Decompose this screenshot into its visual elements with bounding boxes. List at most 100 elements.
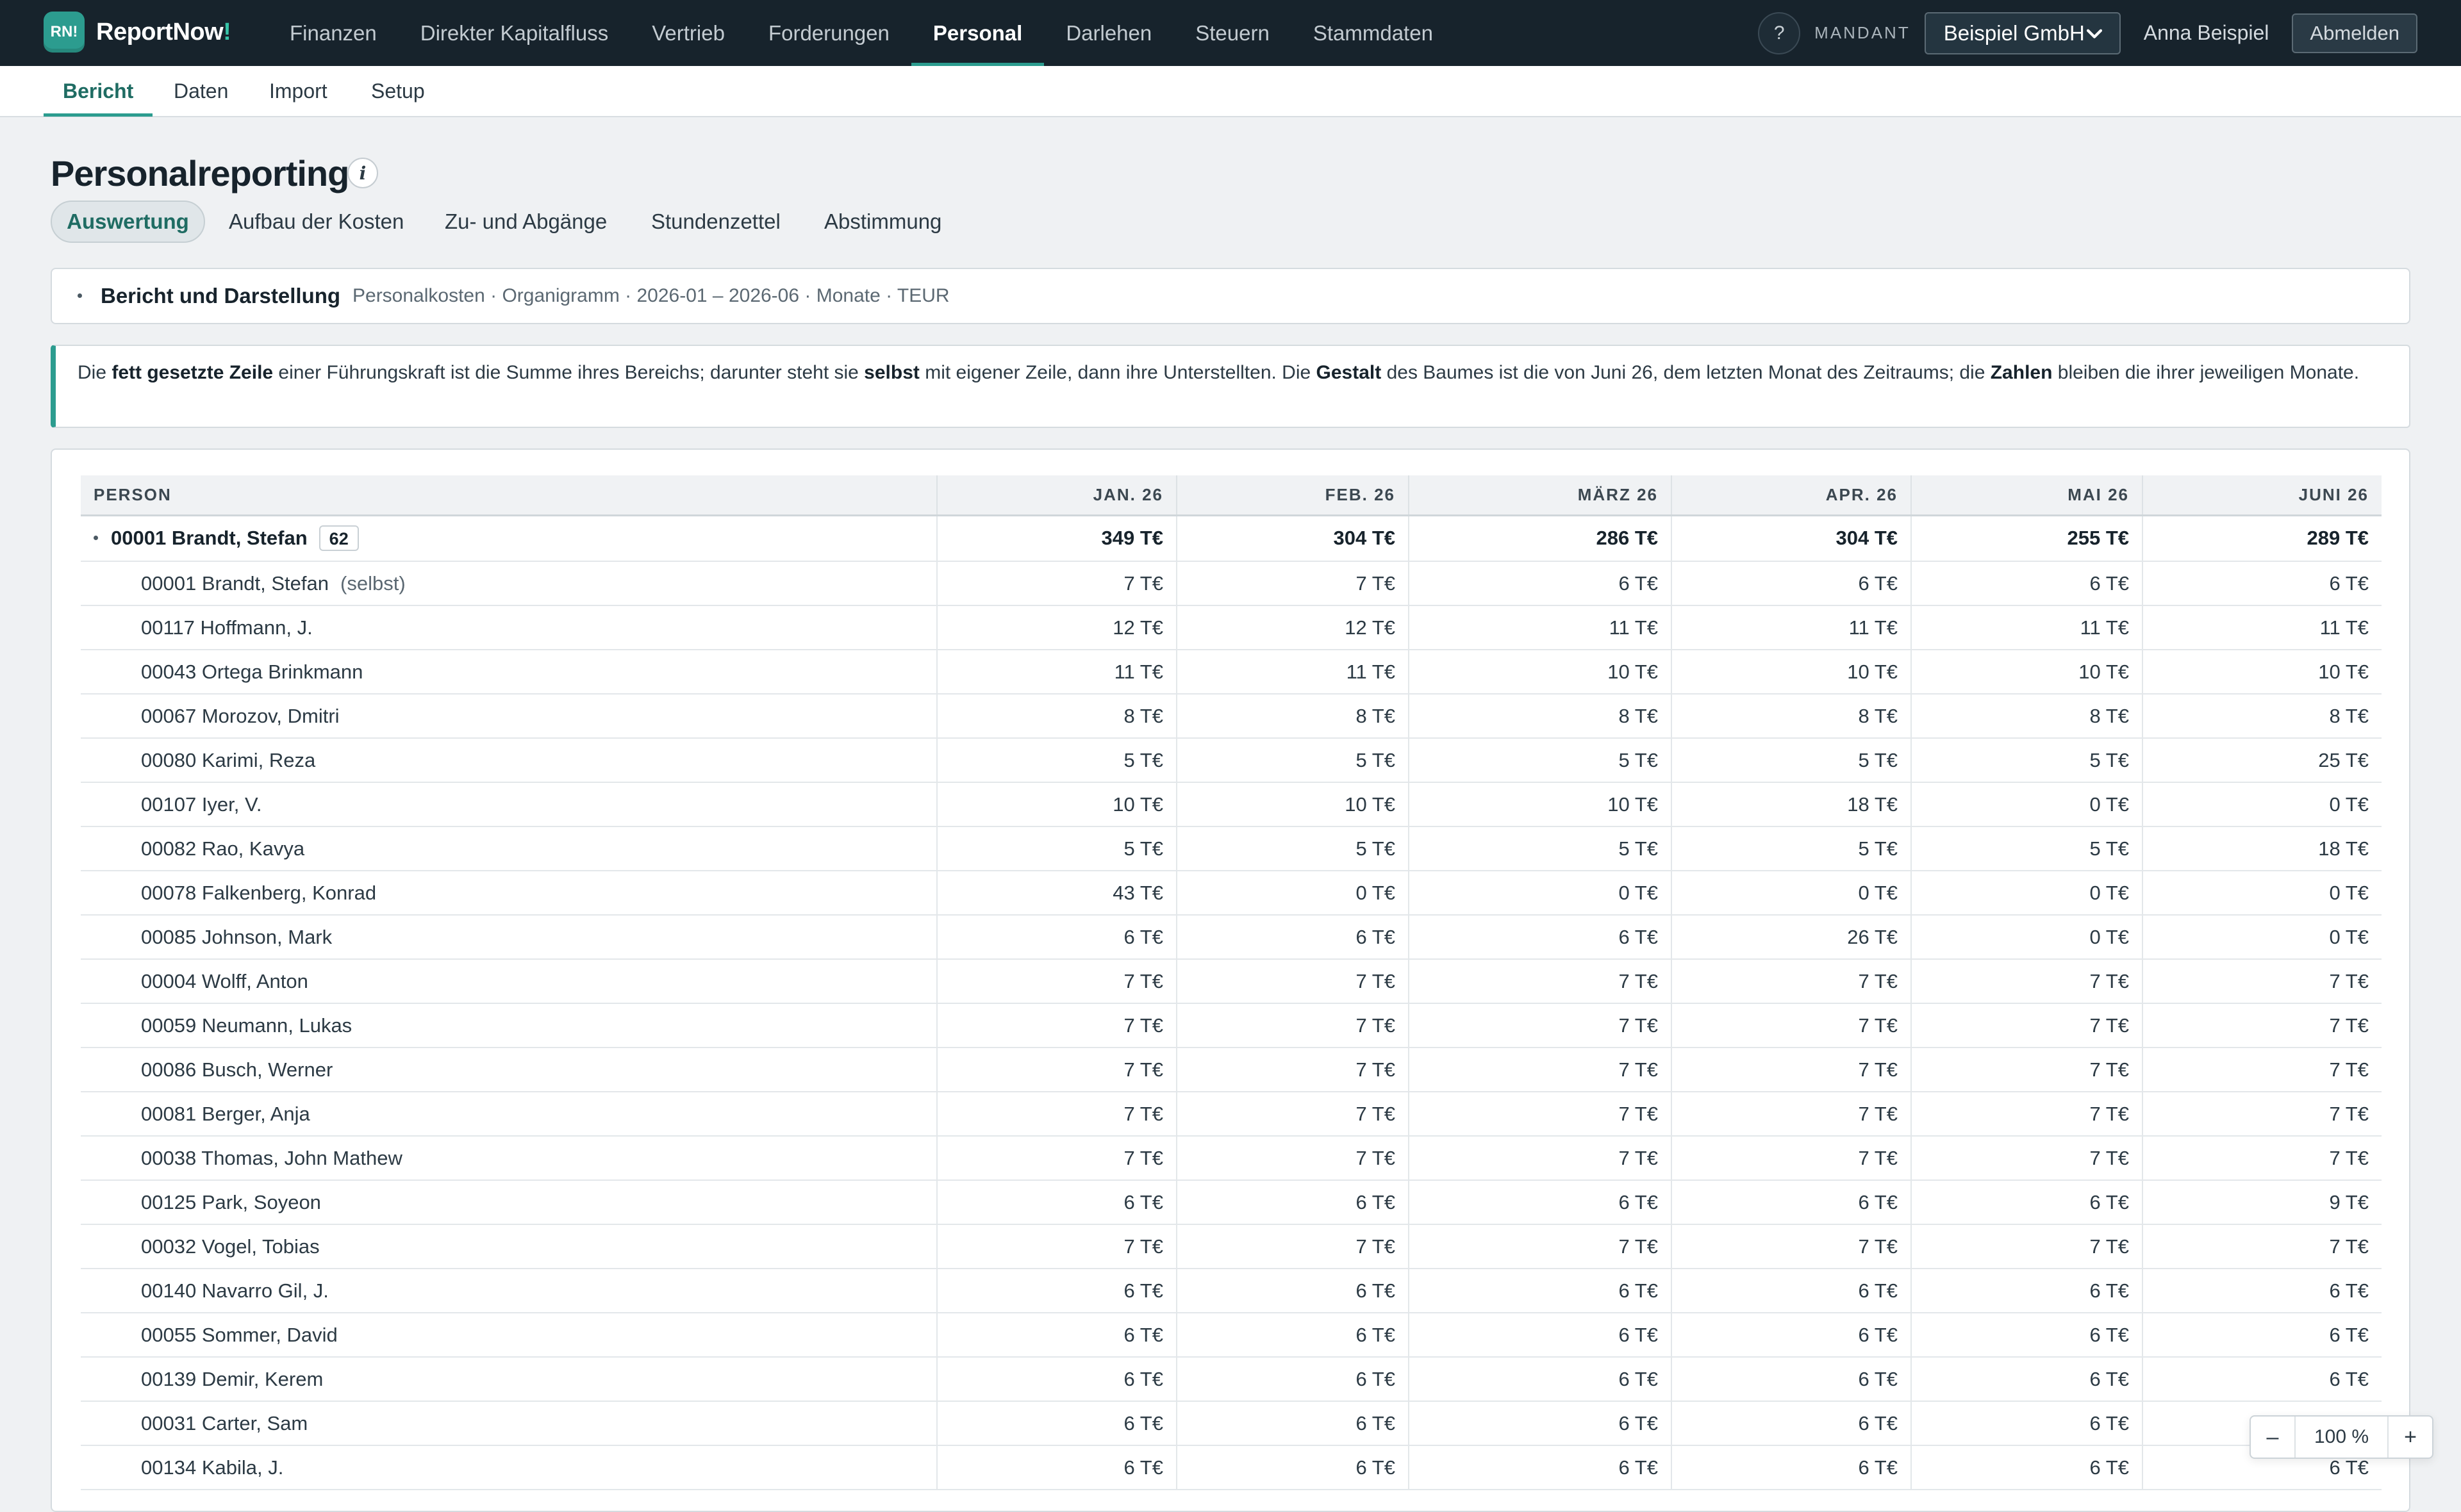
nav-item-steuern[interactable]: Steuern (1173, 0, 1291, 66)
value-cell: 7 T€ (1910, 1136, 2142, 1181)
table-row[interactable]: 00059 Neumann, Lukas 7 T€ 7 T€ 7 T€ 7 T€ 7 T€… (81, 1003, 2382, 1048)
table-row[interactable]: 00125 Park, Soyeon 6 T€ 6 T€ 6 T€ 6 T€ 6 T€ 9 … (81, 1180, 2382, 1225)
value-cell: 7 T€ (1671, 1092, 1911, 1137)
employee-name-cell: 00140 Navarro Gil, J. (81, 1269, 937, 1313)
table-row[interactable]: 00134 Kabila, J. 6 T€ 6 T€ 6 T€ 6 T€ 6 T€ 6 T€ (81, 1445, 2382, 1490)
employee-name: 00004 Wolff, Anton (141, 969, 308, 992)
employee-name: 00067 Morozov, Dmitri (141, 704, 340, 727)
value-cell: 7 T€ (2142, 1003, 2382, 1048)
self-tag: (selbst) (340, 571, 406, 595)
value-cell: 6 T€ (2142, 561, 2382, 606)
table-row[interactable]: 00140 Navarro Gil, J. 6 T€ 6 T€ 6 T€ 6 T€ 6 T… (81, 1269, 2382, 1313)
app-logo[interactable]: RN! ReportNow! (44, 12, 231, 53)
table-row[interactable]: 00055 Sommer, David 6 T€ 6 T€ 6 T€ 6 T€ 6 T€ 6… (81, 1313, 2382, 1358)
value-cell: 6 T€ (936, 1445, 1177, 1490)
tab-zu-und-abgaenge[interactable]: Zu- und Abgänge (445, 201, 607, 243)
sub-nav: Bericht Daten Import Setup (0, 66, 2461, 117)
table-row[interactable]: 00001 Brandt, Stefan (selbst) 7 T€ 7 T€ 6 T€… (81, 561, 2382, 606)
nav-item-direkter-kapitalfluss[interactable]: Direkter Kapitalfluss (399, 0, 630, 66)
zoom-out-button[interactable]: – (2251, 1417, 2294, 1458)
collapse-toggle-icon[interactable] (78, 293, 82, 298)
employee-name: 00086 Busch, Werner (141, 1058, 333, 1081)
tab-aufbau-der-kosten[interactable]: Aufbau der Kosten (229, 201, 404, 243)
leader-name-cell: 00001 Brandt, Stefan 62 (81, 515, 937, 562)
report-settings-bar[interactable]: Bericht und Darstellung Personalkosten ·… (51, 268, 2410, 324)
value-cell: 5 T€ (1408, 738, 1671, 783)
help-button[interactable]: ? (1758, 12, 1801, 54)
employee-name: 00080 Karimi, Reza (141, 748, 316, 771)
value-cell: 7 T€ (1176, 1003, 1409, 1048)
employee-name: 00043 Ortega Brinkmann (141, 660, 363, 683)
value-cell: 5 T€ (1671, 738, 1911, 783)
value-cell: 6 T€ (1671, 1401, 1911, 1446)
table-row[interactable]: 00032 Vogel, Tobias 7 T€ 7 T€ 7 T€ 7 T€ 7 T€ 7… (81, 1224, 2382, 1269)
main-nav: Finanzen Direkter Kapitalfluss Vertrieb … (268, 0, 1455, 66)
nav-item-forderungen[interactable]: Forderungen (747, 0, 911, 66)
value-cell: 7 T€ (1671, 1136, 1911, 1181)
value-cell: 7 T€ (1910, 959, 2142, 1004)
employee-name-cell: 00059 Neumann, Lukas (81, 1003, 937, 1048)
info-icon[interactable]: i (347, 158, 378, 188)
value-cell: 5 T€ (1671, 826, 1911, 871)
value-cell: 6 T€ (1408, 1313, 1671, 1358)
table-row[interactable]: 00082 Rao, Kavya 5 T€ 5 T€ 5 T€ 5 T€ 5 T€ 18 T… (81, 826, 2382, 871)
employee-name-cell: 00082 Rao, Kavya (81, 826, 937, 871)
tab-auswertung[interactable]: Auswertung (51, 201, 205, 243)
nav-item-finanzen[interactable]: Finanzen (268, 0, 399, 66)
value-cell: 6 T€ (1408, 1180, 1671, 1225)
subnav-item-setup[interactable]: Setup (371, 66, 425, 116)
value-cell: 6 T€ (936, 1357, 1177, 1402)
zoom-in-button[interactable]: + (2389, 1417, 2432, 1458)
value-cell: 5 T€ (936, 826, 1177, 871)
nav-item-vertrieb[interactable]: Vertrieb (630, 0, 747, 66)
employee-name: 00085 Johnson, Mark (141, 925, 333, 948)
table-row[interactable]: 00081 Berger, Anja 7 T€ 7 T€ 7 T€ 7 T€ 7 T€ 7 … (81, 1092, 2382, 1137)
table-row[interactable]: 00117 Hoffmann, J. 12 T€ 12 T€ 11 T€ 11 T€ 11… (81, 605, 2382, 650)
value-cell: 8 T€ (1408, 694, 1671, 739)
table-row[interactable]: 00038 Thomas, John Mathew 7 T€ 7 T€ 7 T€ 7 T… (81, 1136, 2382, 1181)
value-cell: 26 T€ (1671, 915, 1911, 960)
subnav-item-bericht[interactable]: Bericht (43, 66, 153, 117)
value-cell: 7 T€ (1408, 959, 1671, 1004)
value-cell: 8 T€ (1910, 694, 2142, 739)
collapse-toggle-icon[interactable] (94, 535, 98, 540)
value-cell: 10 T€ (1671, 650, 1911, 694)
employee-name: 00081 Berger, Anja (141, 1102, 310, 1125)
subnav-item-daten[interactable]: Daten (174, 66, 228, 116)
value-cell: 10 T€ (1408, 782, 1671, 827)
subnav-item-import[interactable]: Import (269, 66, 327, 116)
table-row-leader[interactable]: 00001 Brandt, Stefan 62 349 T€ 304 T€ 286 T€… (81, 515, 2382, 562)
mandant-select[interactable]: Beispiel GmbH (1924, 12, 2121, 54)
nav-item-darlehen[interactable]: Darlehen (1044, 0, 1173, 66)
table-row[interactable]: 00139 Demir, Kerem 6 T€ 6 T€ 6 T€ 6 T€ 6 T€ 6 … (81, 1357, 2382, 1402)
table-row[interactable]: 00043 Ortega Brinkmann 11 T€ 11 T€ 10 T€ 10 … (81, 650, 2382, 694)
nav-item-personal[interactable]: Personal (911, 0, 1045, 66)
table-row[interactable]: 00107 Iyer, V. 10 T€ 10 T€ 10 T€ 18 T€ 0 T€ 0 … (81, 782, 2382, 827)
value-cell: 6 T€ (1408, 915, 1671, 960)
table-row[interactable]: 00085 Johnson, Mark 6 T€ 6 T€ 6 T€ 26 T€ 0 T€… (81, 915, 2382, 960)
leader-name: 00001 Brandt, Stefan (111, 527, 308, 550)
value-cell: 7 T€ (1671, 1048, 1911, 1092)
value-cell: 11 T€ (1408, 605, 1671, 650)
nav-item-stammdaten[interactable]: Stammdaten (1291, 0, 1455, 66)
column-header-month: JAN. 26 (936, 475, 1177, 516)
zoom-control: – 100 % + (2250, 1415, 2433, 1459)
table-row[interactable]: 00067 Morozov, Dmitri 8 T€ 8 T€ 8 T€ 8 T€ 8 T… (81, 694, 2382, 739)
employee-name-cell: 00086 Busch, Werner (81, 1048, 937, 1092)
table-row[interactable]: 00086 Busch, Werner 7 T€ 7 T€ 7 T€ 7 T€ 7 T€ 7… (81, 1048, 2382, 1092)
info-note: Die fett gesetzte Zeile einer Führungskr… (51, 345, 2410, 428)
tab-stundenzettel[interactable]: Stundenzettel (651, 201, 781, 243)
table-row[interactable]: 00080 Karimi, Reza 5 T€ 5 T€ 5 T€ 5 T€ 5 T€ 25… (81, 738, 2382, 783)
employee-name: 00059 Neumann, Lukas (141, 1014, 352, 1037)
value-cell: 6 T€ (1671, 1445, 1911, 1490)
table-row[interactable]: 00004 Wolff, Anton 7 T€ 7 T€ 7 T€ 7 T€ 7 T€ 7 … (81, 959, 2382, 1004)
value-cell: 6 T€ (1671, 1180, 1911, 1225)
logout-button[interactable]: Abmelden (2292, 13, 2417, 53)
table-row[interactable]: 00031 Carter, Sam6 T€6 T€6 T€6 T€6 T€6 T… (81, 1401, 2382, 1446)
tab-abstimmung[interactable]: Abstimmung (824, 201, 941, 243)
value-cell: 7 T€ (936, 1003, 1177, 1048)
table-row[interactable]: 00078 Falkenberg, Konrad 43 T€ 0 T€ 0 T€ 0 T… (81, 871, 2382, 916)
page-title: Personalreporting (51, 153, 349, 193)
employee-name-cell: 00139 Demir, Kerem (81, 1357, 937, 1402)
employee-name-cell: 00055 Sommer, David (81, 1313, 937, 1358)
